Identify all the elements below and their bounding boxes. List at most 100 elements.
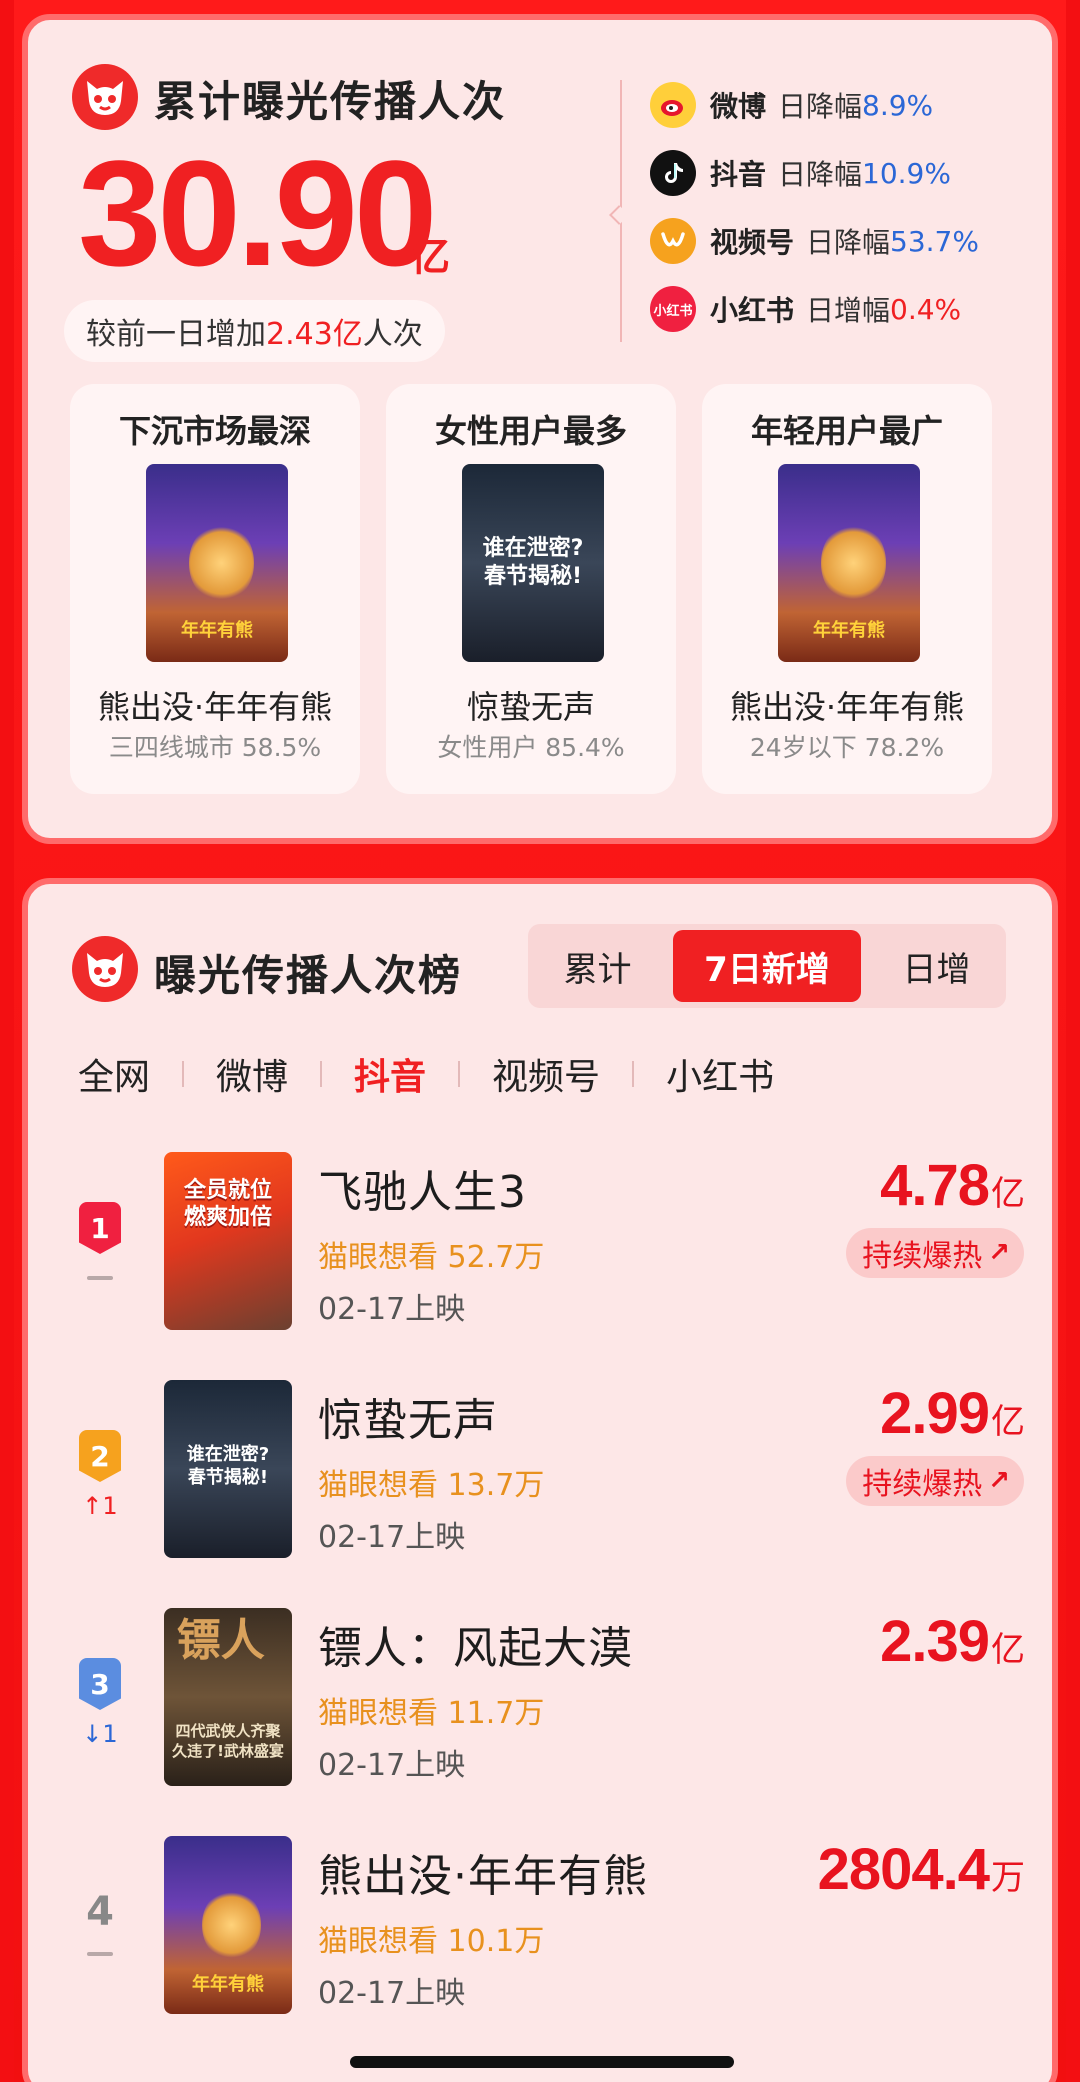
release-date: 02-17上映 xyxy=(318,1748,466,1783)
movie-poster: 镖人四代武侠人齐聚 久违了!武林盛宴 xyxy=(164,1608,292,1786)
hot-tag-label: 持续爆热 xyxy=(862,1239,983,1274)
channels-icon xyxy=(650,218,696,264)
home-indicator[interactable] xyxy=(350,2056,734,2068)
poster-text: 年年有熊 xyxy=(181,620,253,642)
weibo-icon xyxy=(650,82,696,128)
platform-row-xiaohongshu: 小红书 小红书 日增幅 0.4% xyxy=(650,284,961,334)
daily-delta-pill: 较前一日增加 2.43亿 人次 xyxy=(64,300,445,362)
trend-up-arrow-icon: ↗ xyxy=(988,1466,1010,1496)
tab-weibo[interactable]: 微博 xyxy=(216,1048,288,1100)
rank-number: 4 xyxy=(86,1889,114,1935)
tab-all[interactable]: 全网 xyxy=(78,1048,150,1100)
delta-prefix: 较前一日增加 xyxy=(86,317,266,352)
rank-indicator: 3 ↓1 xyxy=(76,1658,124,1748)
hot-tag: 持续爆热 ↗ xyxy=(846,1456,1024,1506)
tab-separator xyxy=(182,1061,185,1087)
segment-cumulative[interactable]: 累计 xyxy=(528,930,667,1002)
want-to-watch: 猫眼想看 10.1万 xyxy=(318,1924,545,1959)
movie-poster: 全员就位 燃爽加倍 xyxy=(164,1152,292,1330)
tab-channels[interactable]: 视频号 xyxy=(492,1048,600,1100)
poster-text: 四代武侠人齐聚 久违了!武林盛宴 xyxy=(172,1721,284,1760)
segment-7day[interactable]: 7日新增 xyxy=(673,930,861,1002)
want-to-watch: 猫眼想看 13.7万 xyxy=(318,1468,545,1503)
ranking-row[interactable]: 1 全员就位 燃爽加倍 飞驰人生3 猫眼想看 52.7万 02-17上映 4.7… xyxy=(64,1152,1025,1342)
value-unit: 亿 xyxy=(991,1403,1025,1441)
rank-indicator: 2 ↑1 xyxy=(76,1430,124,1520)
rank-change-up: ↑1 xyxy=(82,1492,118,1520)
platform-row-channels: 视频号 日降幅 53.7% xyxy=(650,216,979,266)
tab-douyin[interactable]: 抖音 xyxy=(354,1048,426,1100)
platform-name: 抖音 xyxy=(710,158,767,191)
movie-poster: 谁在泄密? 春节揭秘! xyxy=(462,464,604,662)
feature-card-young[interactable]: 年轻用户最广 年年有熊 熊出没·年年有熊 24岁以下 78.2% xyxy=(702,384,992,794)
feature-card-female[interactable]: 女性用户最多 谁在泄密? 春节揭秘! 惊蛰无声 女性用户 85.4% xyxy=(386,384,676,794)
summary-card: 累计曝光传播人次 30.90 亿 较前一日增加 2.43亿 人次 微博 日降幅 … xyxy=(22,14,1058,844)
segment-daily[interactable]: 日增 xyxy=(867,930,1006,1002)
movie-title: 镖人：风起大漠 xyxy=(318,1623,633,1674)
feature-card-lower-tier[interactable]: 下沉市场最深 年年有熊 熊出没·年年有熊 三四线城市 58.5% xyxy=(70,384,360,794)
movie-poster: 谁在泄密? 春节揭秘! xyxy=(164,1380,292,1558)
platform-name: 微博 xyxy=(710,90,767,123)
want-to-watch: 猫眼想看 52.7万 xyxy=(318,1240,545,1275)
exposure-value: 2804.4万 xyxy=(817,1836,1025,1903)
platform-pct: 53.7% xyxy=(890,224,979,258)
value-number: 4.78 xyxy=(880,1153,990,1218)
movie-title: 熊出没·年年有熊 xyxy=(318,1851,648,1902)
rank-badge: 3 xyxy=(79,1658,121,1710)
feature-title: 年轻用户最广 xyxy=(750,412,943,450)
feature-movie-name: 惊蛰无声 xyxy=(466,688,595,726)
delta-suffix: 人次 xyxy=(362,317,423,352)
platform-name: 小红书 xyxy=(710,294,795,327)
ranking-row[interactable]: 2 ↑1 谁在泄密? 春节揭秘! 惊蛰无声 猫眼想看 13.7万 02-17上映… xyxy=(64,1380,1025,1570)
platform-pct: 10.9% xyxy=(862,156,951,190)
movie-title: 惊蛰无声 xyxy=(318,1395,498,1446)
value-unit: 亿 xyxy=(991,1631,1025,1669)
poster-text: 年年有熊 xyxy=(192,1974,264,1996)
divider-notch xyxy=(609,205,629,225)
feature-stat: 三四线城市 58.5% xyxy=(108,733,322,762)
tab-separator xyxy=(458,1061,461,1087)
summary-title: 累计曝光传播人次 xyxy=(154,77,507,126)
value-number: 2.39 xyxy=(880,1609,990,1674)
rank-badge: 1 xyxy=(79,1202,121,1254)
release-date: 02-17上映 xyxy=(318,1976,466,2011)
value-number: 2804.4 xyxy=(817,1837,990,1902)
platform-pct: 8.9% xyxy=(862,88,934,122)
poster-text: 谁在泄密? 春节揭秘! xyxy=(482,536,584,589)
cat-logo-icon xyxy=(72,64,138,130)
platform-desc: 日降幅 xyxy=(806,226,891,259)
movie-poster: 年年有熊 xyxy=(164,1836,292,2014)
rank-unchanged-dash xyxy=(87,1952,113,1956)
poster-title-art: 镖人 xyxy=(176,1614,265,1666)
ranking-title: 曝光传播人次榜 xyxy=(154,951,463,1000)
movie-title: 飞驰人生3 xyxy=(318,1167,527,1218)
feature-stat: 24岁以下 78.2% xyxy=(749,733,945,762)
feature-title: 女性用户最多 xyxy=(434,412,627,450)
ranking-card: 曝光传播人次榜 累计 7日新增 日增 全网 微博 抖音 视频号 小红书 1 全员… xyxy=(22,878,1058,2082)
tab-separator xyxy=(632,1061,635,1087)
movie-poster: 年年有熊 xyxy=(778,464,920,662)
tab-xiaohongshu[interactable]: 小红书 xyxy=(666,1048,774,1100)
rank-unchanged-dash xyxy=(87,1276,113,1280)
poster-text: 谁在泄密? 春节揭秘! xyxy=(186,1444,270,1488)
poster-text: 年年有熊 xyxy=(813,620,885,642)
platform-desc: 日降幅 xyxy=(778,158,863,191)
want-to-watch: 猫眼想看 11.7万 xyxy=(318,1696,545,1731)
rank-indicator: 4 xyxy=(76,1886,124,1956)
platform-row-weibo: 微博 日降幅 8.9% xyxy=(650,80,933,130)
platform-name: 视频号 xyxy=(710,226,795,259)
ranking-row[interactable]: 4 年年有熊 熊出没·年年有熊 猫眼想看 10.1万 02-17上映 2804.… xyxy=(64,1836,1025,2026)
feature-movie-name: 熊出没·年年有熊 xyxy=(729,688,965,726)
value-unit: 亿 xyxy=(991,1175,1025,1213)
douyin-icon xyxy=(650,150,696,196)
delta-value: 2.43亿 xyxy=(266,317,363,352)
ranking-row[interactable]: 3 ↓1 镖人四代武侠人齐聚 久违了!武林盛宴 镖人：风起大漠 猫眼想看 11.… xyxy=(64,1608,1025,1798)
xiaohongshu-icon: 小红书 xyxy=(650,286,696,332)
movie-poster: 年年有熊 xyxy=(146,464,288,662)
exposure-value: 2.99亿 xyxy=(880,1380,1025,1447)
feature-stat: 女性用户 85.4% xyxy=(437,733,625,762)
poster-text: 全员就位 燃爽加倍 xyxy=(183,1177,272,1231)
trend-up-arrow-icon: ↗ xyxy=(988,1238,1010,1268)
platform-desc: 日降幅 xyxy=(778,90,863,123)
release-date: 02-17上映 xyxy=(318,1292,466,1327)
